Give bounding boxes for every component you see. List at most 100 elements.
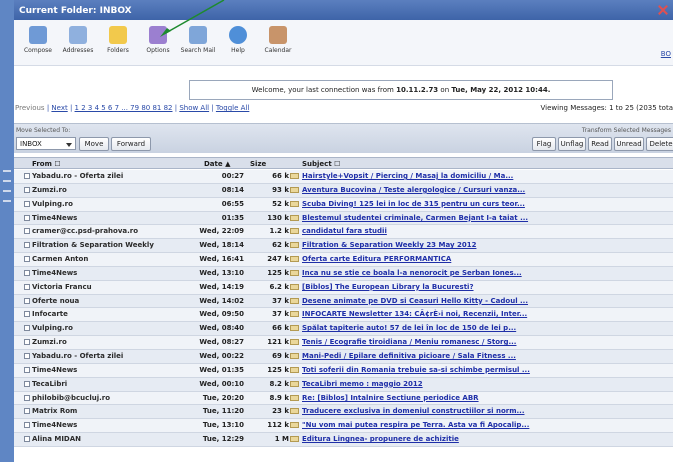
message-from[interactable]: Yabadu.ro - Oferta zilei xyxy=(32,172,123,180)
message-row[interactable]: Oferte noua Wed, 14:02 37 k Desene animate … xyxy=(14,294,673,309)
options-button[interactable]: Options xyxy=(138,26,178,54)
row-checkbox[interactable] xyxy=(24,325,30,332)
row-checkbox[interactable] xyxy=(24,311,30,318)
from-column-header[interactable]: From ☐ xyxy=(32,160,61,168)
message-subject-link[interactable]: Spălat tapiterie auto! 57 de lei în loc … xyxy=(302,324,516,332)
folders-button[interactable]: Folders xyxy=(98,26,138,54)
top-right-link[interactable]: BO xyxy=(661,50,671,58)
row-checkbox[interactable] xyxy=(24,214,30,221)
message-row[interactable]: TecaLibri Wed, 00:10 8.2 k TecaLibri memo :… xyxy=(14,377,673,392)
message-subject-link[interactable]: Hairstyle+Vopsit / Piercing / Masaj la d… xyxy=(302,172,513,180)
date-column-header[interactable]: Date ▲ xyxy=(204,160,230,168)
message-subject-link[interactable]: Blestemul studentei criminale, Carmen Be… xyxy=(302,214,528,222)
row-checkbox[interactable] xyxy=(24,422,30,429)
message-from[interactable]: Alina MIDAN xyxy=(32,435,81,443)
message-subject-link[interactable]: Filtration & Separation Weekly 23 May 20… xyxy=(302,241,476,249)
message-from[interactable]: philobib@bcucluj.ro xyxy=(32,394,110,402)
close-icon[interactable] xyxy=(657,4,669,16)
unread-button[interactable]: Unread xyxy=(614,137,644,151)
message-subject-link[interactable]: Re: [Biblos] Intalnire Sectiune periodic… xyxy=(302,394,479,402)
toggle-all-link[interactable]: Toggle All xyxy=(216,104,249,112)
message-row[interactable]: Victoria Francu Wed, 14:19 6.2 k [Biblos] T… xyxy=(14,280,673,295)
show-all-link[interactable]: Show All xyxy=(179,104,209,112)
message-from[interactable]: Filtration & Separation Weekly xyxy=(32,241,154,249)
search-mail-button[interactable]: Search Mail xyxy=(178,26,218,54)
message-subject-link[interactable]: Toti soferii din Romania trebuie sa-si s… xyxy=(302,366,530,374)
message-subject-link[interactable]: Traducere exclusiva in domeniul construc… xyxy=(302,407,524,415)
row-checkbox[interactable] xyxy=(24,173,30,179)
message-from[interactable]: TecaLibri xyxy=(32,380,67,388)
message-from[interactable]: Time4News xyxy=(32,269,77,277)
message-row[interactable]: Vulping.ro 06:55 52 k Scuba Diving! 125 lei… xyxy=(14,197,673,212)
message-subject-link[interactable]: Desene animate pe DVD si Ceasuri Hello K… xyxy=(302,297,528,305)
row-checkbox[interactable] xyxy=(24,380,30,387)
row-checkbox[interactable] xyxy=(24,242,30,249)
message-subject-link[interactable]: Mani-Pedi / Epilare definitiva picioare … xyxy=(302,352,516,360)
addresses-button[interactable]: Addresses xyxy=(58,26,98,54)
message-row[interactable]: Vulping.ro Wed, 08:40 66 k Spălat tapiterie… xyxy=(14,322,673,337)
message-row[interactable]: Time4News Tue, 13:10 112 k "Nu vom mai pute… xyxy=(14,419,673,434)
message-from[interactable]: Vulping.ro xyxy=(32,200,73,208)
message-row[interactable]: Carmen Anton Wed, 16:41 247 k Oferta carte … xyxy=(14,253,673,267)
message-subject-link[interactable]: candidatul fara studii xyxy=(302,227,387,235)
row-checkbox[interactable] xyxy=(24,339,30,346)
message-row[interactable]: Time4News Wed, 13:10 125 k Inca nu se stie … xyxy=(14,266,673,281)
message-from[interactable]: Carmen Anton xyxy=(32,255,88,263)
message-subject-link[interactable]: [Biblos] The European Library la Bucures… xyxy=(302,283,474,291)
row-checkbox[interactable] xyxy=(24,269,30,276)
row-checkbox[interactable] xyxy=(24,186,30,193)
row-checkbox[interactable] xyxy=(24,283,30,290)
row-checkbox[interactable] xyxy=(24,256,30,263)
message-row[interactable]: Zumzi.ro 08:14 93 k Aventura Bucovina / Tes… xyxy=(14,183,673,198)
size-column-header[interactable]: Size xyxy=(250,160,266,168)
row-checkbox[interactable] xyxy=(24,200,30,207)
message-from[interactable]: Oferte noua xyxy=(32,297,79,305)
row-checkbox[interactable] xyxy=(24,366,30,373)
message-row[interactable]: Infocarte Wed, 09:50 37 k INFOCARTE Newslet… xyxy=(14,308,673,323)
row-checkbox[interactable] xyxy=(24,297,30,304)
message-from[interactable]: Time4News xyxy=(32,421,77,429)
unflag-button[interactable]: Unflag xyxy=(558,137,586,151)
message-subject-link[interactable]: Inca nu se stie ce boala l-a nenorocit p… xyxy=(302,269,522,277)
help-button[interactable]: Help xyxy=(218,26,258,54)
read-button[interactable]: Read xyxy=(588,137,612,151)
next-link[interactable]: Next xyxy=(51,104,67,112)
page-links[interactable]: 1 2 3 4 5 6 7 ... 79 80 81 82 xyxy=(75,104,173,112)
message-from[interactable]: Time4News xyxy=(32,214,77,222)
message-from[interactable]: Time4News xyxy=(32,366,77,374)
flag-button[interactable]: Flag xyxy=(532,137,556,151)
message-subject-link[interactable]: INFOCARTE Newsletter 134: CÃ¢rÈ›i noi, R… xyxy=(302,310,527,318)
compose-button[interactable]: Compose xyxy=(18,26,58,54)
message-row[interactable]: philobib@bcucluj.ro Tue, 20:20 8.9 k Re: [B… xyxy=(14,391,673,406)
message-from[interactable]: Zumzi.ro xyxy=(32,338,67,346)
message-subject-link[interactable]: Scuba Diving! 125 lei in loc de 315 pent… xyxy=(302,200,525,208)
row-checkbox[interactable] xyxy=(24,394,30,401)
calendar-button[interactable]: Calendar xyxy=(258,26,298,54)
row-checkbox[interactable] xyxy=(24,228,30,235)
message-row[interactable]: Matrix Rom Tue, 11:20 23 k Traducere exclus… xyxy=(14,405,673,420)
message-from[interactable]: Infocarte xyxy=(32,310,68,318)
row-checkbox[interactable] xyxy=(24,436,30,443)
row-checkbox[interactable] xyxy=(24,352,30,359)
message-from[interactable]: Victoria Francu xyxy=(32,283,92,291)
previous-link[interactable]: Previous xyxy=(15,104,45,112)
message-row[interactable]: Yabadu.ro - Oferta zilei 00:27 66 k Hairsty… xyxy=(14,170,673,184)
message-subject-link[interactable]: Oferta carte Editura PERFORMANTICA xyxy=(302,255,451,263)
row-checkbox[interactable] xyxy=(24,408,30,415)
move-folder-select[interactable]: INBOX xyxy=(16,137,76,150)
delete-button[interactable]: Delete xyxy=(646,137,673,151)
message-from[interactable]: Matrix Rom xyxy=(32,407,77,415)
message-subject-link[interactable]: Aventura Bucovina / Teste alergologice /… xyxy=(302,186,525,194)
message-subject-link[interactable]: TecaLibri memo : maggio 2012 xyxy=(302,380,423,388)
message-subject-link[interactable]: "Nu vom mai putea respira pe Terra. Asta… xyxy=(302,421,529,429)
message-from[interactable]: Yabadu.ro - Oferta zilei xyxy=(32,352,123,360)
message-row[interactable]: Time4News 01:35 130 k Blestemul studentei c… xyxy=(14,211,673,226)
message-row[interactable]: Time4News Wed, 01:35 125 k Toti soferii din… xyxy=(14,363,673,378)
move-button[interactable]: Move xyxy=(79,137,109,151)
message-from[interactable]: Vulping.ro xyxy=(32,324,73,332)
message-row[interactable]: Alina MIDAN Tue, 12:29 1 M Editura Lingnea-… xyxy=(14,433,673,447)
message-from[interactable]: cramer@cc.psd-prahova.ro xyxy=(32,227,138,235)
message-subject-link[interactable]: Tenis / Ecografie tiroidiana / Meniu rom… xyxy=(302,338,516,346)
message-subject-link[interactable]: Editura Lingnea- propunere de achizitie xyxy=(302,435,459,443)
message-row[interactable]: Zumzi.ro Wed, 08:27 121 k Tenis / Ecografie… xyxy=(14,336,673,350)
